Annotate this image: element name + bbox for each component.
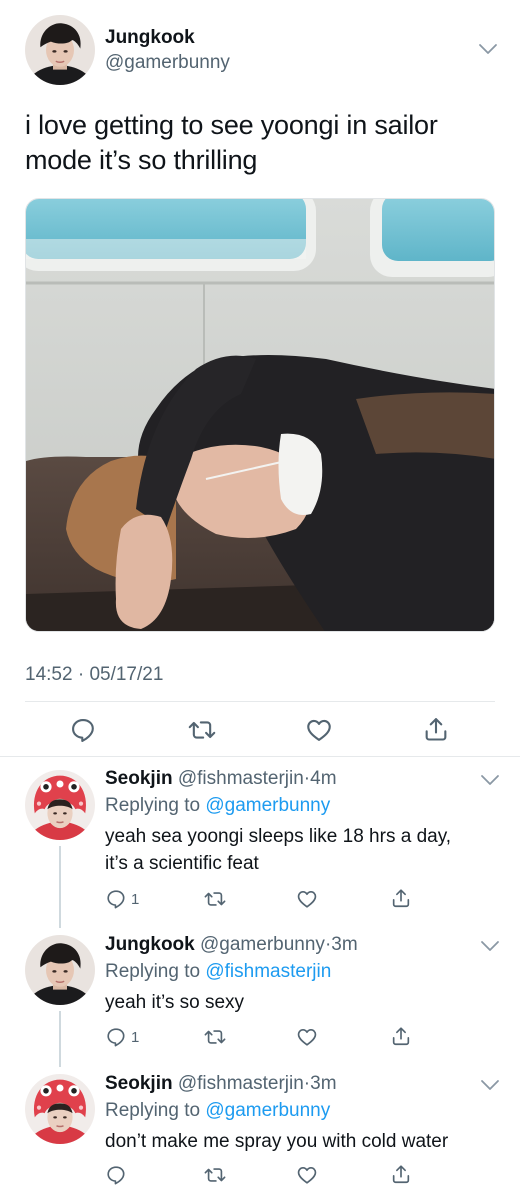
timestamp-separator: · bbox=[77, 664, 85, 685]
reply-count: 1 bbox=[131, 890, 140, 908]
reply-header: Seokjin @fishmasterjin·3m bbox=[105, 1073, 337, 1095]
retweet-button[interactable] bbox=[204, 888, 226, 910]
retweet-button[interactable] bbox=[204, 1026, 226, 1048]
reply-author-name[interactable]: Seokjin bbox=[105, 768, 173, 789]
share-button[interactable] bbox=[422, 715, 450, 743]
reply-text-line-1: yeah it’s so sexy bbox=[105, 992, 245, 1013]
tweet-text-line-2: mode it’s so thrilling bbox=[25, 145, 258, 175]
retweet-button[interactable] bbox=[204, 1164, 226, 1186]
author-name[interactable]: Jungkook bbox=[105, 27, 195, 49]
reply-button[interactable]: 1 bbox=[105, 1026, 139, 1048]
share-icon bbox=[390, 1163, 412, 1185]
share-icon bbox=[422, 715, 450, 743]
reply-text-line-1: yeah sea yoongi sleeps like 18 hrs a day… bbox=[105, 826, 452, 847]
reply-button[interactable]: 1 bbox=[105, 888, 139, 910]
reply-age[interactable]: 3m bbox=[310, 1073, 336, 1094]
reply-author-handle[interactable]: @fishmasterjin bbox=[178, 1073, 304, 1094]
reply-more-chevron-down-icon[interactable] bbox=[480, 940, 500, 952]
reply-avatar[interactable] bbox=[25, 1074, 95, 1144]
reply-more-chevron-down-icon[interactable] bbox=[480, 774, 500, 786]
share-button[interactable] bbox=[390, 1163, 412, 1185]
share-icon bbox=[390, 887, 412, 909]
reply-icon bbox=[105, 1164, 127, 1186]
reply-header: Jungkook @gamerbunny·3m bbox=[105, 934, 358, 956]
reply-button[interactable] bbox=[105, 1164, 127, 1186]
reply-age[interactable]: 4m bbox=[310, 768, 336, 789]
like-button[interactable] bbox=[296, 1026, 318, 1048]
reply-header: Seokjin @fishmasterjin·4m bbox=[105, 768, 337, 790]
replying-to-label: Replying to bbox=[105, 961, 206, 982]
tweet-date: 05/17/21 bbox=[89, 664, 164, 685]
replying-to: Replying to @fishmasterjin bbox=[105, 961, 331, 983]
photo-image bbox=[26, 199, 494, 631]
tweet-text-line-1: i love getting to see yoongi in sailor bbox=[25, 110, 438, 140]
heart-icon bbox=[296, 1026, 318, 1048]
tweet-timestamp[interactable]: 14:52 · 05/17/21 bbox=[25, 664, 163, 686]
more-options-chevron-down-icon[interactable] bbox=[478, 43, 498, 55]
author-handle[interactable]: @gamerbunny bbox=[105, 52, 230, 74]
reply-text-line-2: it’s a scientific feat bbox=[105, 853, 259, 874]
action-bar-top-divider bbox=[25, 701, 495, 702]
thread-connector-line bbox=[59, 1011, 61, 1067]
like-button[interactable] bbox=[296, 888, 318, 910]
reply-author-handle[interactable]: @gamerbunny bbox=[200, 934, 325, 955]
retweet-button[interactable] bbox=[188, 716, 216, 744]
reply-button[interactable] bbox=[69, 716, 97, 744]
reply-icon bbox=[105, 1026, 127, 1048]
heart-icon bbox=[296, 1164, 318, 1186]
share-button[interactable] bbox=[390, 887, 412, 909]
tweet-photo[interactable] bbox=[25, 198, 495, 632]
replying-to-link[interactable]: @fishmasterjin bbox=[205, 961, 331, 982]
retweet-icon bbox=[204, 1026, 226, 1048]
share-button[interactable] bbox=[390, 1025, 412, 1047]
reply-avatar[interactable] bbox=[25, 935, 95, 1005]
heart-icon bbox=[296, 888, 318, 910]
reply-author-handle[interactable]: @fishmasterjin bbox=[178, 768, 304, 789]
reply-age[interactable]: 3m bbox=[331, 934, 357, 955]
tweet-time: 14:52 bbox=[25, 664, 73, 685]
retweet-icon bbox=[188, 716, 216, 744]
author-avatar[interactable] bbox=[25, 15, 95, 85]
like-button[interactable] bbox=[296, 1164, 318, 1186]
replying-to: Replying to @gamerbunny bbox=[105, 1100, 330, 1122]
reply-more-chevron-down-icon[interactable] bbox=[480, 1079, 500, 1091]
replying-to-link[interactable]: @gamerbunny bbox=[205, 1100, 330, 1121]
replying-to-link[interactable]: @gamerbunny bbox=[205, 795, 330, 816]
retweet-icon bbox=[204, 888, 226, 910]
replying-to-label: Replying to bbox=[105, 1100, 206, 1121]
reply-icon bbox=[69, 716, 97, 744]
replying-to: Replying to @gamerbunny bbox=[105, 795, 330, 817]
thread-connector-line bbox=[59, 846, 61, 928]
replying-to-label: Replying to bbox=[105, 795, 206, 816]
heart-icon bbox=[305, 716, 333, 744]
share-icon bbox=[390, 1025, 412, 1047]
reply-icon bbox=[105, 888, 127, 910]
reply-author-name[interactable]: Seokjin bbox=[105, 1073, 173, 1094]
reply-avatar[interactable] bbox=[25, 770, 95, 840]
like-button[interactable] bbox=[305, 716, 333, 744]
reply-text-line-1: don’t make me spray you with cold water bbox=[105, 1131, 449, 1152]
retweet-icon bbox=[204, 1164, 226, 1186]
reply-author-name[interactable]: Jungkook bbox=[105, 934, 195, 955]
reply-count: 1 bbox=[131, 1028, 140, 1046]
main-tweet-bottom-divider bbox=[0, 756, 520, 757]
